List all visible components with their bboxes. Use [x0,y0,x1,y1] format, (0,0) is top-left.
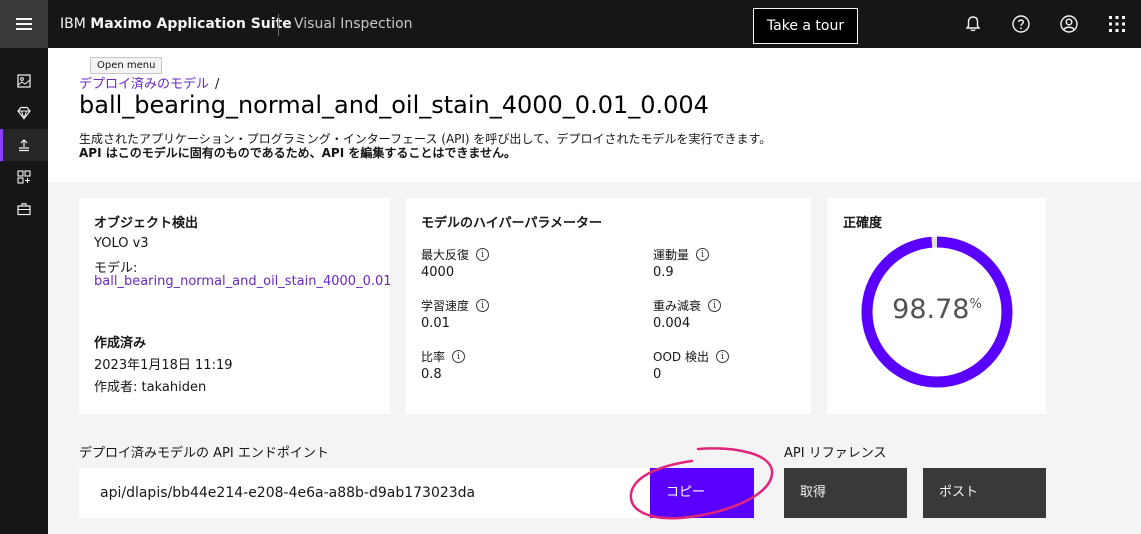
notification-icon[interactable] [949,0,997,48]
info-icon[interactable]: i [708,299,722,312]
accuracy-value: 98.78 [892,294,970,325]
user-avatar-icon[interactable] [1045,0,1093,48]
hyperparameters-card: モデルのハイパーパラメーター 最大反復 i 4000 運動量 i 0.9 学習速度 i… [406,198,811,414]
param-value: 0.8 [421,367,442,382]
hyperparameters-title: モデルのハイパーパラメーター [421,216,602,231]
menu-button[interactable] [0,0,48,48]
param-label: 運動量 [653,248,690,262]
app-header: IBM Maximo Application Suite Visual Insp… [0,0,1141,48]
app-switcher-icon[interactable] [1093,0,1141,48]
created-date: 2023年1月18日 11:19 [94,358,233,373]
param-label: OOD 検出 [653,350,709,364]
description-line-1: 生成されたアプリケーション・プログラミング・インターフェース (API) を呼び… [79,132,772,146]
param-weight-decay: 重み減衰 i 0.004 [653,297,722,331]
deployed-models-icon[interactable] [0,129,48,161]
param-max-iterations: 最大反復 i 4000 [421,246,490,280]
param-value: 0.9 [653,265,674,280]
info-icon[interactable]: i [696,248,710,261]
algorithm-value: YOLO v3 [94,236,149,251]
post-button[interactable]: ポスト [923,468,1046,518]
page-description: 生成されたアプリケーション・プログラミング・インターフェース (API) を呼び… [79,132,771,160]
object-detection-title: オブジェクト検出 [94,216,199,231]
param-value: 0.004 [653,316,691,331]
help-icon[interactable] [997,0,1045,48]
take-tour-button[interactable]: Take a tour [753,8,858,44]
product-name: Visual Inspection [294,16,413,32]
param-value: 4000 [421,265,455,280]
info-icon[interactable]: i [715,350,729,363]
info-icon[interactable]: i [452,350,466,363]
brand-prefix: IBM [60,16,86,32]
accuracy-title: 正確度 [843,216,883,231]
param-ood-detection: OOD 検出 i 0 [653,348,729,382]
accuracy-readout: 98.78% [860,294,1014,325]
description-line-2: API はこのモデルに固有のものであるため、API を編集することはできません。 [79,146,516,160]
endpoint-url[interactable]: api/dlapis/bb44e214-e208-4e6a-a88b-d9ab1… [79,468,650,518]
accuracy-card: 正確度 98.78% [827,198,1046,414]
toolbox-icon[interactable] [0,193,48,225]
models-icon[interactable] [0,97,48,129]
param-learning-rate: 学習速度 i 0.01 [421,297,490,331]
param-value: 0.01 [421,316,450,331]
param-label: 学習速度 [421,299,470,313]
hamburger-icon [16,18,32,30]
page-title: ball_bearing_normal_and_oil_stain_4000_0… [79,91,709,119]
brand-name[interactable]: IBM Maximo Application Suite [60,0,292,48]
side-nav [0,48,48,534]
projects-icon[interactable] [0,161,48,193]
model-link[interactable]: ball_bearing_normal_and_oil_stain_4000_0… [94,274,390,289]
info-icon[interactable]: i [476,299,490,312]
param-value: 0 [653,367,662,382]
model-info-card: オブジェクト検出 YOLO v3 モデル: ball_bearing_norma… [79,198,390,414]
created-title: 作成済み [94,336,147,351]
param-label: 比率 [421,350,446,364]
get-button[interactable]: 取得 [784,468,907,518]
accuracy-unit: % [969,297,982,312]
open-menu-tooltip: Open menu [90,57,163,74]
endpoint-label: デプロイ済みモデルの API エンドポイント [79,446,329,461]
datasets-icon[interactable] [0,65,48,97]
brand-product: Maximo Application Suite [90,16,292,32]
api-reference-label: API リファレンス [784,446,887,461]
param-label: 最大反復 [421,248,470,262]
param-label: 重み減衰 [653,299,702,313]
header-divider [278,14,279,36]
param-ratio: 比率 i 0.8 [421,348,466,382]
info-icon[interactable]: i [476,248,490,261]
param-momentum: 運動量 i 0.9 [653,246,710,280]
created-by: 作成者: takahiden [94,380,207,395]
copy-button[interactable]: コピー [650,468,754,518]
